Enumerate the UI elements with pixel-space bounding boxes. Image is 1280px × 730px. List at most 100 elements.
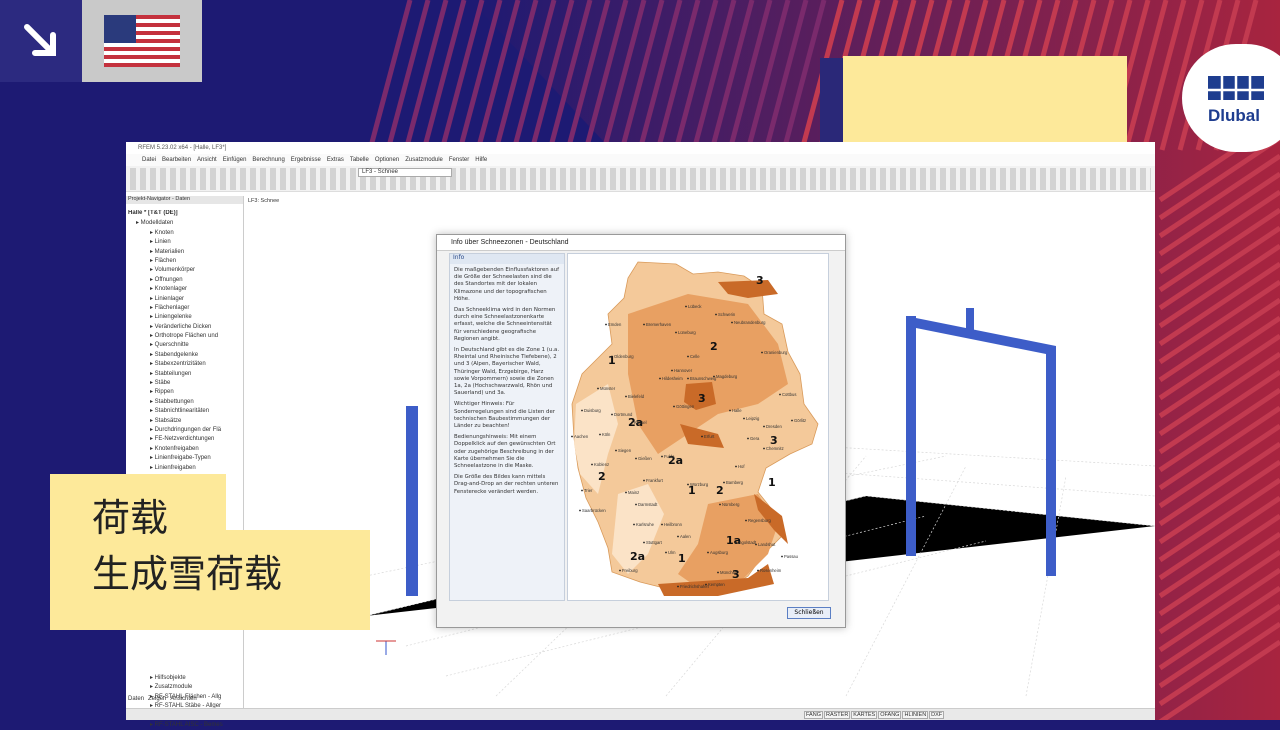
city-dot[interactable] xyxy=(611,413,613,416)
tree-item[interactable]: ▸ Materialien xyxy=(128,248,236,257)
city-dot[interactable] xyxy=(643,479,645,482)
navigator-tab-1[interactable]: Zeigen xyxy=(148,696,166,706)
city-dot[interactable] xyxy=(643,541,645,544)
city-label[interactable]: München xyxy=(720,570,738,575)
menu-item-10[interactable]: Fenster xyxy=(449,157,469,163)
city-dot[interactable] xyxy=(791,419,793,422)
city-label[interactable]: Saarbrücken xyxy=(582,508,606,513)
menu-item-0[interactable]: Datei xyxy=(142,157,156,163)
city-dot[interactable] xyxy=(591,463,593,466)
city-label[interactable]: Cottbus xyxy=(782,392,796,397)
city-dot[interactable] xyxy=(713,375,715,378)
city-label[interactable]: Kassel xyxy=(634,420,647,425)
city-label[interactable]: Gießen xyxy=(638,456,652,461)
tree-item[interactable]: ▸ Volumenkörper xyxy=(128,266,236,275)
city-label[interactable]: Fulda xyxy=(664,454,675,459)
toolbar-icons[interactable] xyxy=(130,168,1151,190)
city-dot[interactable] xyxy=(631,421,633,424)
tree-item[interactable]: ▸ Flächen xyxy=(128,257,236,266)
city-label[interactable]: Leipzig xyxy=(746,416,760,421)
city-dot[interactable] xyxy=(605,323,607,326)
city-label[interactable]: Braunschweig xyxy=(690,376,717,381)
city-dot[interactable] xyxy=(633,523,635,526)
city-dot[interactable] xyxy=(779,393,781,396)
city-label[interactable]: Hannover xyxy=(674,368,693,373)
city-label[interactable]: Neubrandenburg xyxy=(734,320,766,325)
city-label[interactable]: Magdeburg xyxy=(716,374,738,379)
city-label[interactable]: Lübeck xyxy=(688,304,702,309)
city-dot[interactable] xyxy=(717,571,719,574)
tree-item[interactable]: ▸ Linienlager xyxy=(128,295,236,304)
city-label[interactable]: Bremerhaven xyxy=(646,322,672,327)
zone-label[interactable]: 3 xyxy=(698,392,706,405)
city-label[interactable]: Münster xyxy=(600,386,616,391)
city-label[interactable]: Aachen xyxy=(574,434,589,439)
city-dot[interactable] xyxy=(729,409,731,412)
city-label[interactable]: Duisburg xyxy=(584,408,601,413)
city-label[interactable]: Landshut xyxy=(758,542,776,547)
city-dot[interactable] xyxy=(635,503,637,506)
zone-label[interactable]: 2 xyxy=(710,340,718,353)
city-label[interactable]: Würzburg xyxy=(690,482,709,487)
city-dot[interactable] xyxy=(763,447,765,450)
city-dot[interactable] xyxy=(581,489,583,492)
us-flag-icon[interactable] xyxy=(82,0,202,82)
status-button-fang[interactable]: FANG xyxy=(804,711,823,719)
city-dot[interactable] xyxy=(735,541,737,544)
city-label[interactable]: Passau xyxy=(784,554,799,559)
status-button-raster[interactable]: RASTER xyxy=(823,711,851,719)
city-label[interactable]: Heilbronn xyxy=(664,522,683,527)
city-label[interactable]: Frankfurt xyxy=(646,478,664,483)
zone-label[interactable]: 1 xyxy=(768,476,776,489)
city-label[interactable]: Görlitz xyxy=(794,418,806,423)
tree-item[interactable]: ▸ Stabendgelenke xyxy=(128,351,236,360)
tree-item[interactable]: ▸ Veränderliche Dicken xyxy=(128,323,236,332)
city-dot[interactable] xyxy=(671,369,673,372)
city-label[interactable]: Ingolstadt xyxy=(738,540,757,545)
city-label[interactable]: Augsburg xyxy=(710,550,729,555)
tree-item[interactable]: ▸ Stäbe xyxy=(128,379,236,388)
zone-label[interactable]: 3 xyxy=(756,274,764,287)
status-button-ofang[interactable]: OFANG xyxy=(878,711,902,719)
city-label[interactable]: Göttingen xyxy=(676,404,695,409)
zone-label[interactable]: 1 xyxy=(678,552,686,565)
tree-item[interactable]: ▸ Linienfreigaben xyxy=(128,464,236,473)
city-label[interactable]: Oldenburg xyxy=(614,354,634,359)
city-label[interactable]: Bamberg xyxy=(726,480,744,485)
city-dot[interactable] xyxy=(757,569,759,572)
tree-item[interactable]: ▸ Linienfreigabe-Typen xyxy=(128,454,236,463)
city-dot[interactable] xyxy=(677,535,679,538)
tree-item[interactable]: ▸ Stabteilungen xyxy=(128,370,236,379)
close-button[interactable]: Schließen xyxy=(787,607,831,619)
city-label[interactable]: Friedrichshafen xyxy=(680,584,710,589)
city-dot[interactable] xyxy=(781,555,783,558)
city-dot[interactable] xyxy=(611,355,613,358)
tree-item[interactable]: ▸ RF-STAHL AISC - Bemes xyxy=(128,721,236,730)
city-dot[interactable] xyxy=(677,585,679,588)
tree-item[interactable]: ▸ Öffnungen xyxy=(128,276,236,285)
navigator-tab-2[interactable]: Ansichten xyxy=(170,696,196,706)
menu-item-2[interactable]: Ansicht xyxy=(197,157,217,163)
city-label[interactable]: Aalen xyxy=(680,534,691,539)
city-label[interactable]: Regensburg xyxy=(748,518,771,523)
city-dot[interactable] xyxy=(685,305,687,308)
tree-item[interactable]: ▸ Hilfsobjekte xyxy=(128,674,236,683)
menu-item-8[interactable]: Optionen xyxy=(375,157,399,163)
city-dot[interactable] xyxy=(719,503,721,506)
menu-item-7[interactable]: Tabelle xyxy=(350,157,369,163)
city-dot[interactable] xyxy=(675,331,677,334)
city-dot[interactable] xyxy=(661,523,663,526)
city-dot[interactable] xyxy=(687,377,689,380)
city-dot[interactable] xyxy=(687,355,689,358)
tree-item[interactable]: Halle * [T&T (DE)] xyxy=(128,210,236,219)
city-label[interactable]: Celle xyxy=(690,354,700,359)
tree-item[interactable]: ▸ Linien xyxy=(128,238,236,247)
city-dot[interactable] xyxy=(701,435,703,438)
tree-item[interactable]: ▸ FE-Netzverdichtungen xyxy=(128,435,236,444)
navigator-tab-0[interactable]: Daten xyxy=(128,696,144,706)
city-dot[interactable] xyxy=(687,483,689,486)
status-button-dxf[interactable]: DXF xyxy=(929,711,945,719)
menu-item-5[interactable]: Ergebnisse xyxy=(291,157,321,163)
city-label[interactable]: Freiburg xyxy=(622,568,638,573)
city-dot[interactable] xyxy=(659,377,661,380)
